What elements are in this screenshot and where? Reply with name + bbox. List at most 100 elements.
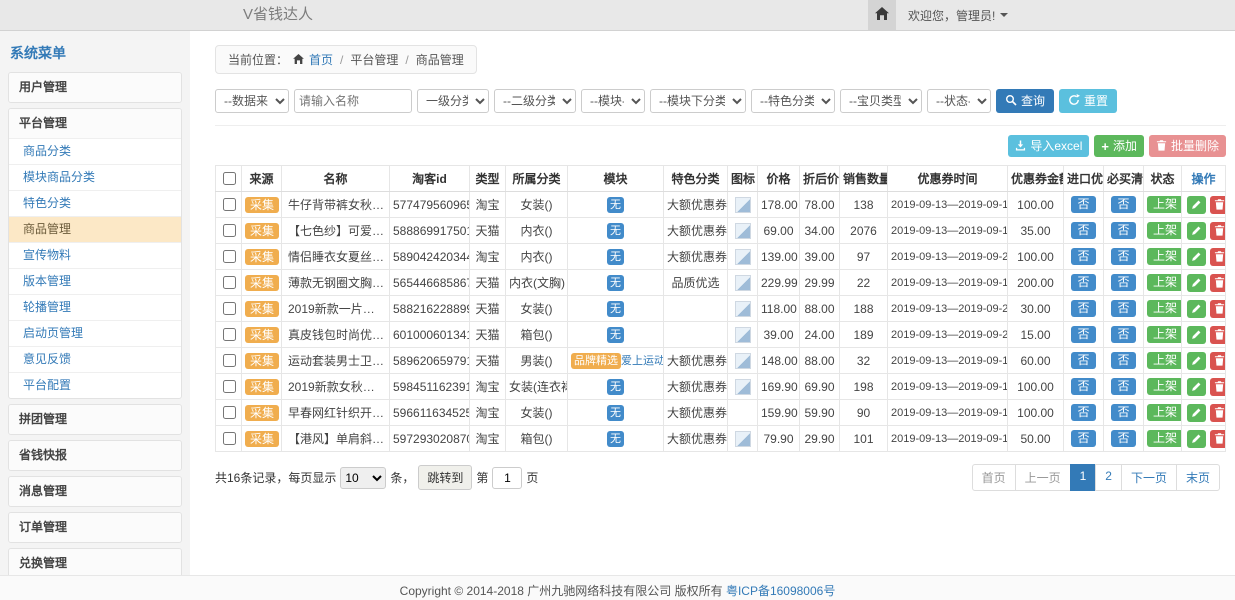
batch-delete-button[interactable]: 批量删除 bbox=[1149, 135, 1226, 157]
icp-link[interactable]: 粤ICP备16098006号 bbox=[726, 584, 835, 598]
row-checkbox[interactable] bbox=[223, 250, 236, 263]
import-select-toggle[interactable]: 否 bbox=[1071, 222, 1095, 239]
row-checkbox[interactable] bbox=[223, 380, 236, 393]
delete-button[interactable] bbox=[1210, 300, 1226, 318]
must-buy-toggle[interactable]: 否 bbox=[1111, 430, 1135, 447]
sidebar-item-1-6[interactable]: 轮播管理 bbox=[9, 294, 181, 320]
edit-button[interactable] bbox=[1187, 430, 1206, 448]
status-toggle[interactable]: 上架 bbox=[1147, 274, 1182, 291]
sidebar-item-1-8[interactable]: 意见反馈 bbox=[9, 346, 181, 372]
sidebar-item-1-5[interactable]: 版本管理 bbox=[9, 268, 181, 294]
delete-button[interactable] bbox=[1210, 248, 1226, 266]
delete-button[interactable] bbox=[1210, 222, 1226, 240]
status-toggle[interactable]: 上架 bbox=[1147, 404, 1182, 421]
filter-data-source-select[interactable]: --数据来源-- bbox=[215, 89, 289, 113]
edit-button[interactable] bbox=[1187, 352, 1206, 370]
jump-page-input[interactable] bbox=[492, 467, 522, 489]
sidebar-item-1-3[interactable]: 商品管理 bbox=[9, 216, 181, 242]
row-checkbox[interactable] bbox=[223, 302, 236, 315]
pager-item-5[interactable]: 末页 bbox=[1176, 464, 1220, 491]
must-buy-toggle[interactable]: 否 bbox=[1111, 326, 1135, 343]
sidebar-group-header-0[interactable]: 用户管理 bbox=[9, 73, 181, 102]
status-toggle[interactable]: 上架 bbox=[1147, 352, 1182, 369]
status-toggle[interactable]: 上架 bbox=[1147, 196, 1182, 213]
delete-button[interactable] bbox=[1210, 352, 1226, 370]
breadcrumb-home-link[interactable]: 首页 bbox=[309, 51, 333, 68]
row-checkbox[interactable] bbox=[223, 224, 236, 237]
must-buy-toggle[interactable]: 否 bbox=[1111, 274, 1135, 291]
reset-button[interactable]: 重置 bbox=[1059, 89, 1117, 113]
home-button[interactable] bbox=[868, 0, 896, 30]
edit-button[interactable] bbox=[1187, 274, 1206, 292]
sidebar-group-header-4[interactable]: 消息管理 bbox=[9, 477, 181, 506]
row-checkbox[interactable] bbox=[223, 328, 236, 341]
import-select-toggle[interactable]: 否 bbox=[1071, 274, 1095, 291]
row-checkbox[interactable] bbox=[223, 406, 236, 419]
status-toggle[interactable]: 上架 bbox=[1147, 300, 1182, 317]
import-excel-button[interactable]: 导入excel bbox=[1008, 135, 1089, 157]
sidebar-group-header-6[interactable]: 兑换管理 bbox=[9, 549, 181, 575]
sidebar-item-1-1[interactable]: 模块商品分类 bbox=[9, 164, 181, 190]
filter-first-category-select[interactable]: 一级分类 bbox=[417, 89, 489, 113]
select-all-checkbox[interactable] bbox=[223, 172, 236, 185]
row-checkbox[interactable] bbox=[223, 354, 236, 367]
sidebar-group-header-2[interactable]: 拼团管理 bbox=[9, 405, 181, 434]
must-buy-toggle[interactable]: 否 bbox=[1111, 222, 1135, 239]
sidebar-item-1-2[interactable]: 特色分类 bbox=[9, 190, 181, 216]
edit-button[interactable] bbox=[1187, 248, 1206, 266]
filter-second-category-select[interactable]: --二级分类-- bbox=[494, 89, 576, 113]
edit-button[interactable] bbox=[1187, 300, 1206, 318]
delete-button[interactable] bbox=[1210, 274, 1226, 292]
must-buy-toggle[interactable]: 否 bbox=[1111, 352, 1135, 369]
sidebar-item-1-7[interactable]: 启动页管理 bbox=[9, 320, 181, 346]
row-checkbox[interactable] bbox=[223, 276, 236, 289]
filter-status-select[interactable]: --状态-- bbox=[927, 89, 991, 113]
status-toggle[interactable]: 上架 bbox=[1147, 248, 1182, 265]
sidebar-group-header-3[interactable]: 省钱快报 bbox=[9, 441, 181, 470]
import-select-toggle[interactable]: 否 bbox=[1071, 430, 1095, 447]
module-link[interactable]: 爱上运动 bbox=[621, 355, 664, 367]
pager-item-3[interactable]: 2 bbox=[1095, 464, 1122, 491]
import-select-toggle[interactable]: 否 bbox=[1071, 378, 1095, 395]
jump-button[interactable]: 跳转到 bbox=[418, 465, 472, 490]
import-select-toggle[interactable]: 否 bbox=[1071, 196, 1095, 213]
delete-button[interactable] bbox=[1210, 196, 1226, 214]
search-button[interactable]: 查询 bbox=[996, 89, 1054, 113]
edit-button[interactable] bbox=[1187, 404, 1206, 422]
status-toggle[interactable]: 上架 bbox=[1147, 326, 1182, 343]
filter-feature-category-select[interactable]: --特色分类-- bbox=[751, 89, 835, 113]
import-select-toggle[interactable]: 否 bbox=[1071, 300, 1095, 317]
status-toggle[interactable]: 上架 bbox=[1147, 378, 1182, 395]
sidebar-item-1-9[interactable]: 平台配置 bbox=[9, 372, 181, 398]
sidebar-item-1-4[interactable]: 宣传物料 bbox=[9, 242, 181, 268]
row-checkbox[interactable] bbox=[223, 432, 236, 445]
pager-item-2[interactable]: 1 bbox=[1070, 464, 1097, 491]
sidebar-group-header-5[interactable]: 订单管理 bbox=[9, 513, 181, 542]
sidebar-group-header-1[interactable]: 平台管理 bbox=[9, 109, 181, 138]
pager-item-1[interactable]: 上一页 bbox=[1015, 464, 1071, 491]
pager-item-0[interactable]: 首页 bbox=[972, 464, 1016, 491]
edit-button[interactable] bbox=[1187, 196, 1206, 214]
page-size-select[interactable]: 10 bbox=[340, 467, 386, 489]
edit-button[interactable] bbox=[1187, 222, 1206, 240]
status-toggle[interactable]: 上架 bbox=[1147, 430, 1182, 447]
user-menu[interactable]: 欢迎您，管理员! bbox=[908, 7, 1008, 24]
filter-item-type-select[interactable]: --宝贝类型-- bbox=[840, 89, 922, 113]
filter-module-sub-category-select[interactable]: --模块下分类-- bbox=[650, 89, 746, 113]
must-buy-toggle[interactable]: 否 bbox=[1111, 378, 1135, 395]
delete-button[interactable] bbox=[1210, 430, 1226, 448]
filter-name-input[interactable] bbox=[294, 89, 412, 113]
status-toggle[interactable]: 上架 bbox=[1147, 222, 1182, 239]
must-buy-toggle[interactable]: 否 bbox=[1111, 404, 1135, 421]
delete-button[interactable] bbox=[1210, 378, 1226, 396]
import-select-toggle[interactable]: 否 bbox=[1071, 404, 1095, 421]
edit-button[interactable] bbox=[1187, 378, 1206, 396]
sidebar-item-1-0[interactable]: 商品分类 bbox=[9, 138, 181, 164]
edit-button[interactable] bbox=[1187, 326, 1206, 344]
import-select-toggle[interactable]: 否 bbox=[1071, 248, 1095, 265]
must-buy-toggle[interactable]: 否 bbox=[1111, 300, 1135, 317]
must-buy-toggle[interactable]: 否 bbox=[1111, 196, 1135, 213]
filter-module-select[interactable]: --模块-- bbox=[581, 89, 645, 113]
must-buy-toggle[interactable]: 否 bbox=[1111, 248, 1135, 265]
import-select-toggle[interactable]: 否 bbox=[1071, 326, 1095, 343]
